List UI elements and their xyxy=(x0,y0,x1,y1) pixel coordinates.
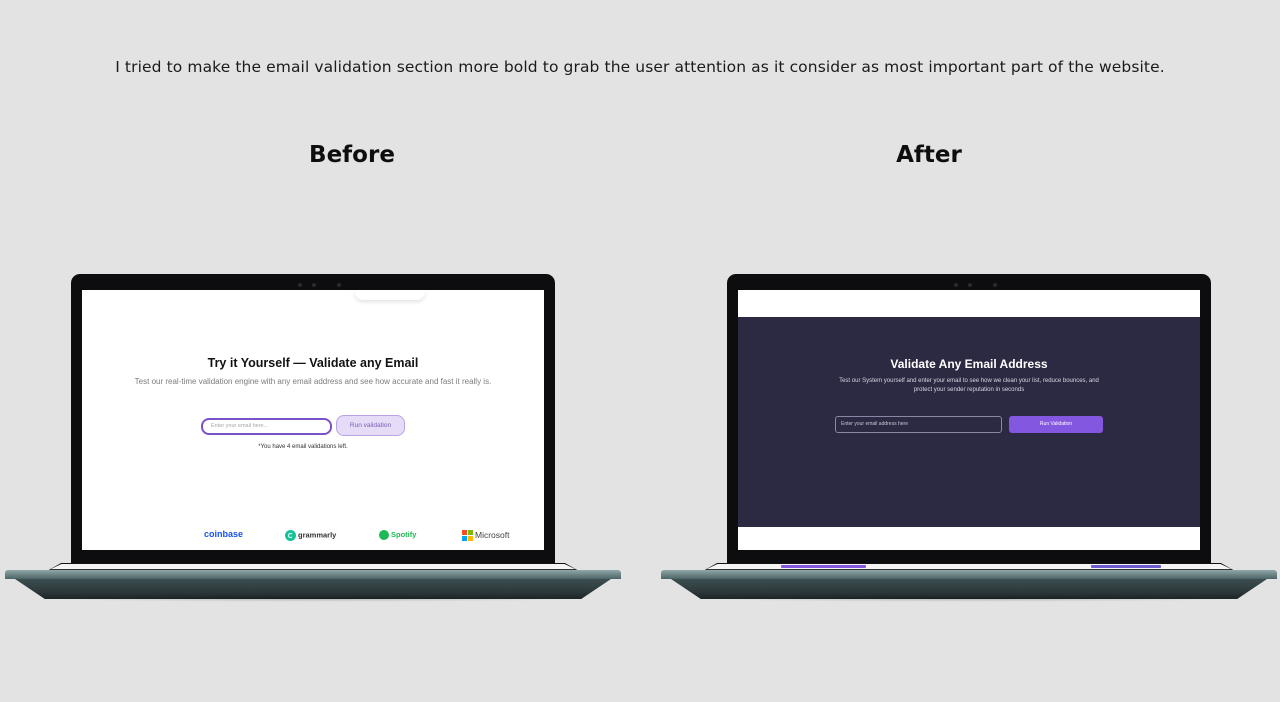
laptop-shadow xyxy=(45,596,581,602)
laptop-base xyxy=(5,570,621,579)
camera-dot xyxy=(954,283,958,287)
intro-caption: I tried to make the email validation sec… xyxy=(115,58,1165,76)
deck-reflection xyxy=(781,565,866,568)
laptop-lid: Validate Any Email Address Test our Syst… xyxy=(727,274,1211,566)
after-laptop-mockup: Validate Any Email Address Test our Syst… xyxy=(661,274,1277,604)
run-validation-button[interactable]: Run validation xyxy=(336,415,405,436)
email-input[interactable]: Enter your email here... xyxy=(201,418,332,435)
spotify-logo: Spotify xyxy=(379,530,417,541)
microsoft-logo-text: Microsoft xyxy=(475,530,510,540)
validate-section-subtitle: Test our System yourself and enter your … xyxy=(839,378,1099,393)
validate-section-subtitle: Test our real-time validation engine wit… xyxy=(134,377,492,386)
before-laptop-mockup: Try it Yourself — Validate any Email Tes… xyxy=(5,274,621,604)
camera-dot xyxy=(337,283,341,287)
deck-reflection xyxy=(1091,565,1161,568)
laptop-lid: Try it Yourself — Validate any Email Tes… xyxy=(71,274,555,566)
before-heading: Before xyxy=(309,142,395,168)
grammarly-icon xyxy=(285,530,296,541)
microsoft-icon xyxy=(462,530,473,542)
laptop-base xyxy=(661,570,1277,579)
validate-section-title: Try it Yourself — Validate any Email xyxy=(207,356,419,370)
nav-tab xyxy=(355,290,425,300)
camera-lens xyxy=(968,283,972,287)
run-validation-button[interactable]: Run Validation xyxy=(1009,416,1103,433)
after-heading: After xyxy=(896,142,962,168)
camera-dot xyxy=(298,283,302,287)
after-screen: Validate Any Email Address Test our Syst… xyxy=(738,290,1200,550)
laptop-deck xyxy=(51,564,575,569)
camera-lens xyxy=(312,283,316,287)
validate-section-title: Validate Any Email Address xyxy=(890,357,1048,371)
email-input[interactable]: Enter your email address here xyxy=(835,416,1002,433)
laptop-shadow xyxy=(701,596,1237,602)
microsoft-logo: Microsoft xyxy=(462,530,510,542)
camera-dot xyxy=(993,283,997,287)
spotify-icon xyxy=(379,530,389,541)
spotify-logo-text: Spotify xyxy=(391,530,417,539)
coinbase-logo: coinbase xyxy=(204,529,243,539)
grammarly-logo: grammarly xyxy=(285,530,336,541)
grammarly-logo-text: grammarly xyxy=(298,530,337,540)
before-screen: Try it Yourself — Validate any Email Tes… xyxy=(82,290,544,550)
coinbase-logo-text: coinbase xyxy=(204,529,244,539)
validations-left-note: *You have 4 email validations left. xyxy=(258,444,348,450)
